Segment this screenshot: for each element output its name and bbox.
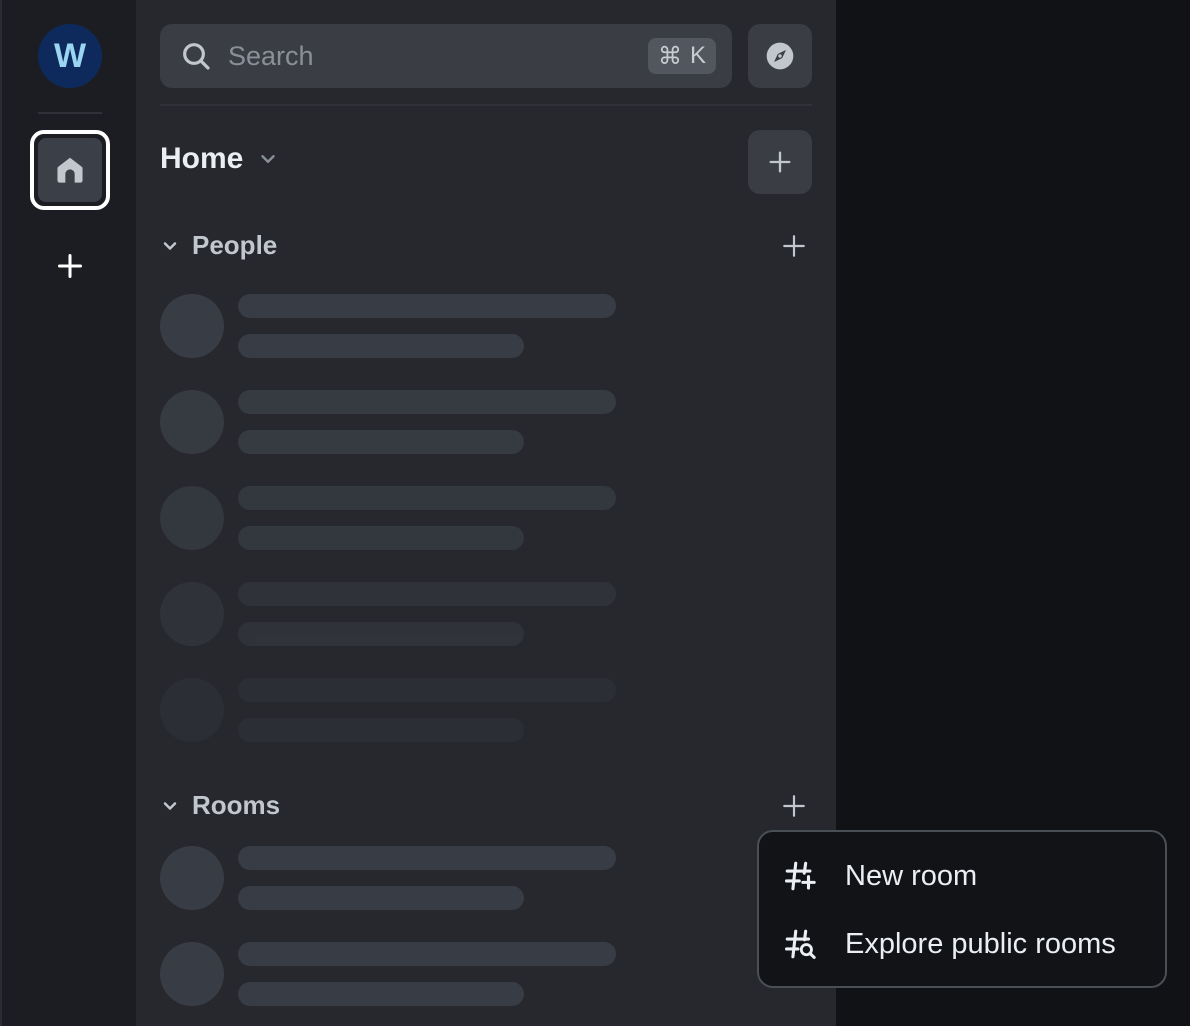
skeleton-line (238, 390, 616, 414)
plus-icon (57, 253, 83, 279)
skeleton-line (238, 846, 616, 870)
skeleton-row (160, 942, 620, 1006)
compass-icon (766, 42, 794, 70)
rooms-section-header[interactable]: Rooms (160, 790, 280, 821)
skeleton-line (238, 942, 616, 966)
space-divider (38, 112, 102, 114)
search-shortcut-badge: ⌘ K (647, 38, 716, 74)
search-bar[interactable]: Search ⌘ K (160, 24, 732, 88)
menu-item-explore-public-rooms[interactable]: Explore public rooms (759, 910, 1165, 978)
user-avatar[interactable]: W (38, 24, 102, 88)
menu-item-label: Explore public rooms (845, 927, 1116, 960)
space-bar: W (0, 0, 136, 1026)
home-space-button[interactable] (30, 130, 110, 210)
skeleton-line (238, 334, 524, 358)
skeleton-avatar (160, 390, 224, 454)
add-room-section-button[interactable] (776, 788, 812, 824)
plus-icon (783, 235, 805, 257)
skeleton-row (160, 678, 620, 742)
explore-rooms-icon (783, 927, 817, 961)
skeleton-row (160, 486, 620, 550)
avatar-letter: W (53, 36, 87, 75)
home-menu-trigger[interactable]: Home (160, 142, 279, 176)
home-space-tile (38, 138, 102, 202)
plus-icon (769, 151, 791, 173)
plus-icon (783, 795, 805, 817)
menu-item-new-room[interactable]: New room (759, 842, 1165, 910)
skeleton-row (160, 390, 620, 454)
skeleton-avatar (160, 582, 224, 646)
search-placeholder: Search (228, 40, 314, 71)
skeleton-line (238, 486, 616, 510)
chevron-down-icon (163, 241, 177, 250)
search-icon (180, 40, 212, 72)
menu-item-label: New room (845, 859, 978, 892)
shortcut-key: K (689, 42, 706, 69)
rooms-add-menu: New room Explore public rooms (757, 830, 1167, 988)
add-space-button[interactable] (50, 246, 90, 286)
skeleton-line (238, 678, 616, 702)
add-room-button[interactable] (748, 130, 812, 194)
skeleton-line (238, 430, 524, 454)
skeleton-line (238, 982, 524, 1006)
skeleton-line (238, 526, 524, 550)
skeleton-line (238, 294, 616, 318)
skeleton-avatar (160, 942, 224, 1006)
skeleton-avatar (160, 678, 224, 742)
header-divider (160, 104, 812, 106)
command-key-symbol: ⌘ (657, 42, 682, 70)
room-list-panel: Search ⌘ K Home People Rooms (136, 0, 836, 1026)
skeleton-line (238, 886, 524, 910)
skeleton-line (238, 622, 524, 646)
explore-rooms-button[interactable] (748, 24, 812, 88)
room-add-icon (783, 859, 817, 893)
skeleton-avatar (160, 486, 224, 550)
chevron-down-icon (163, 801, 177, 810)
skeleton-row (160, 582, 620, 646)
skeleton-avatar (160, 846, 224, 910)
chevron-down-icon (261, 155, 276, 163)
skeleton-line (238, 718, 524, 742)
skeleton-avatar (160, 294, 224, 358)
people-section-title: People (192, 230, 278, 260)
skeleton-row (160, 294, 620, 358)
rooms-section-title: Rooms (192, 790, 281, 820)
people-section-header[interactable]: People (160, 230, 277, 261)
home-icon (57, 157, 83, 183)
skeleton-row (160, 846, 620, 910)
page-title: Home (160, 142, 244, 175)
add-person-button[interactable] (776, 228, 812, 264)
skeleton-line (238, 582, 616, 606)
